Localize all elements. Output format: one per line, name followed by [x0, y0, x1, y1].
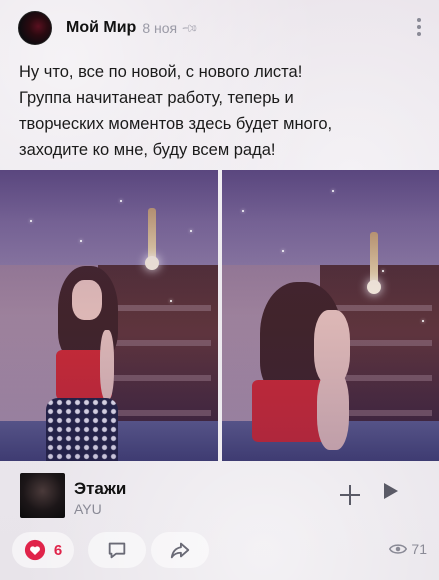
post-date: 8 ноя: [142, 20, 178, 36]
views-count: 71: [411, 541, 427, 557]
post-actions: 6 71: [0, 532, 439, 572]
track-artist[interactable]: AYU: [74, 501, 102, 517]
music-track[interactable]: Этажи AYU: [20, 473, 430, 521]
views-counter: 71: [389, 541, 427, 557]
photo-gallery: [0, 170, 439, 461]
photo-2[interactable]: [222, 170, 439, 461]
share-button[interactable]: [151, 532, 209, 568]
comment-icon: [108, 542, 126, 559]
post-text: Ну что, все по новой, с нового листа! Гр…: [19, 59, 424, 163]
plus-icon[interactable]: [338, 483, 362, 507]
avatar[interactable]: [18, 11, 52, 45]
eye-icon: [389, 544, 408, 554]
heart-icon: [24, 539, 45, 561]
comment-button[interactable]: [88, 532, 146, 568]
track-title[interactable]: Этажи: [74, 479, 126, 499]
like-count: 6: [53, 541, 63, 559]
post-text-line: Группа начитанеат работу, теперь и: [19, 89, 294, 107]
play-icon[interactable]: [384, 483, 398, 499]
share-icon: [170, 542, 190, 559]
like-button[interactable]: 6: [12, 532, 74, 568]
pin-icon: 📌︎: [180, 19, 199, 38]
post-text-line: Ну что, все по новой, с нового листа!: [19, 63, 303, 81]
album-cover[interactable]: [20, 473, 65, 518]
post-header: Мой Мир 8 ноя 📌︎: [18, 11, 428, 45]
post-text-line: заходите ко мне, буду всем рада!: [19, 141, 276, 159]
more-icon[interactable]: [415, 18, 423, 36]
photo-1[interactable]: [0, 170, 218, 461]
post-text-line: творческих моментов здесь будет много,: [19, 115, 333, 133]
author-name[interactable]: Мой Мир: [66, 19, 136, 37]
